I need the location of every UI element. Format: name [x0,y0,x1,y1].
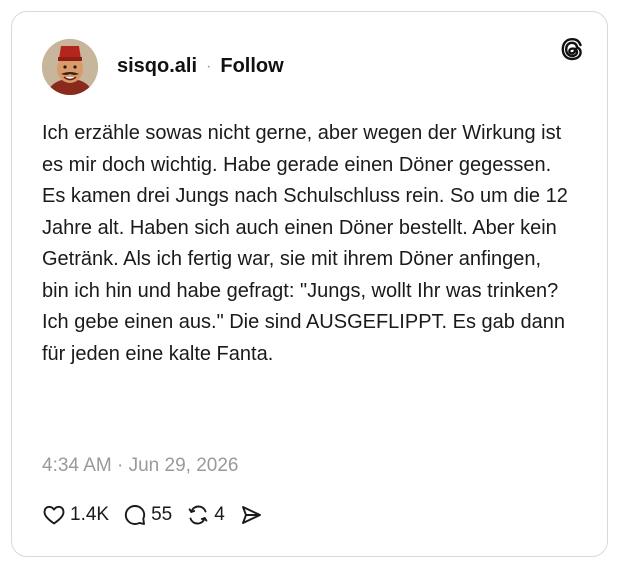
post-text: Ich erzähle sowas nicht gerne, aber wege… [42,122,568,365]
threads-logo-icon[interactable] [559,36,585,62]
like-count: 1.4K [70,504,110,525]
follow-button[interactable]: Follow [220,55,283,78]
reply-button[interactable]: 55 [123,503,172,527]
username[interactable]: sisqo.ali [117,55,197,78]
action-bar: 1.4K 55 4 [42,503,281,527]
share-button[interactable] [239,503,267,527]
repost-count: 4 [214,504,225,525]
repost-button[interactable]: 4 [186,503,225,527]
separator-dot: · [206,57,212,75]
repost-icon [188,505,208,525]
heart-icon [43,505,65,525]
speech-bubble-icon [124,505,146,525]
reply-count: 55 [151,504,173,525]
threads-post-card: sisqo.ali · Follow Ich erzähle sowas nic… [11,11,608,557]
like-button[interactable]: 1.4K [42,503,109,527]
post-timestamp[interactable]: 4:34 AM · Jun 29, 2026 [42,455,238,477]
send-icon [241,506,261,524]
avatar[interactable] [42,39,98,95]
post-header: sisqo.ali · Follow [117,55,284,78]
